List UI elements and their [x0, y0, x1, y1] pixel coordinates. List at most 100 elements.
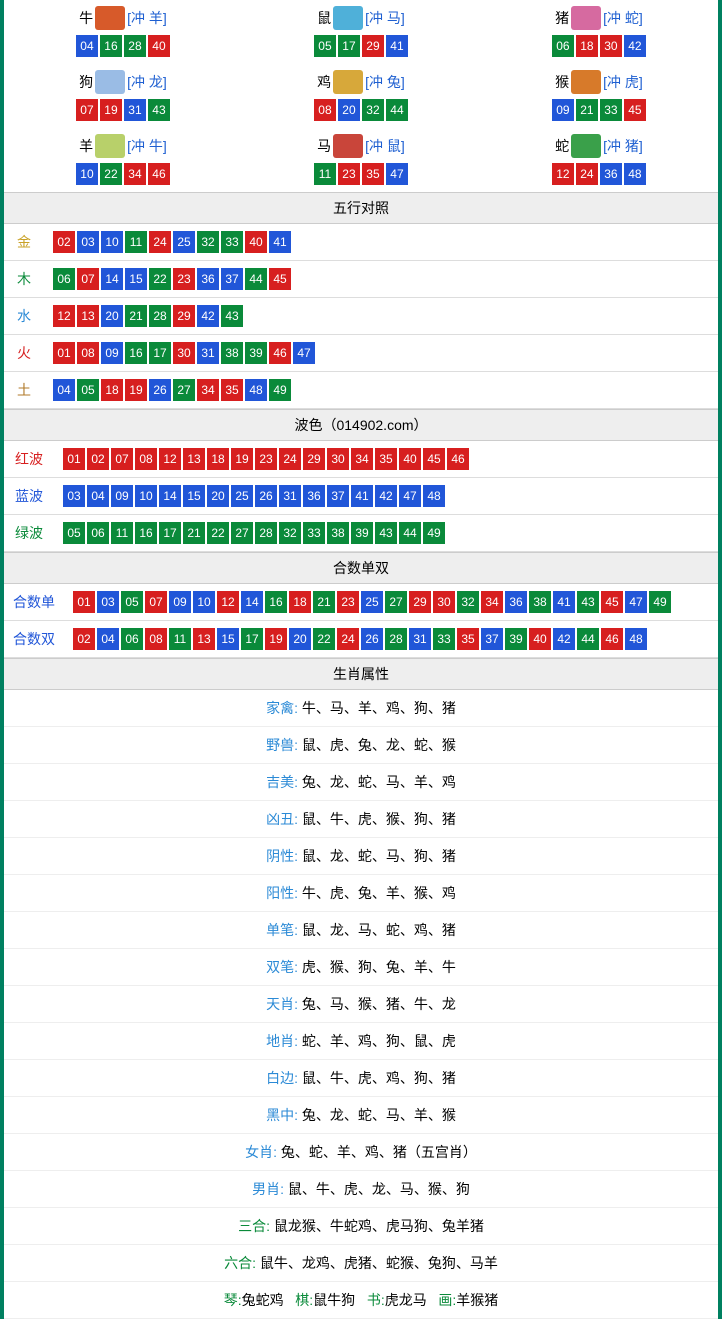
attr-label: 白边: [266, 1070, 298, 1086]
number-ball: 25 [231, 485, 253, 507]
attr-label: 男肖: [252, 1181, 284, 1197]
number-ball: 33 [600, 99, 622, 121]
zodiac-name: 猪 [555, 8, 569, 28]
number-ball: 31 [279, 485, 301, 507]
attr-label: 地肖: [266, 1033, 298, 1049]
footer-value: 兔蛇鸡 [242, 1292, 284, 1308]
number-ball: 45 [601, 591, 623, 613]
zodiac-name: 狗 [79, 72, 93, 92]
attr-label: 三合: [238, 1218, 270, 1234]
number-ball: 38 [327, 522, 349, 544]
number-ball: 14 [101, 268, 123, 290]
number-ball: 32 [279, 522, 301, 544]
number-ball: 26 [361, 628, 383, 650]
number-ball: 20 [338, 99, 360, 121]
number-ball: 41 [386, 35, 408, 57]
number-ball: 07 [76, 99, 98, 121]
zodiac-clash: [冲 虎] [603, 72, 643, 92]
attr-label: 天肖: [266, 996, 298, 1012]
table-row: 火0108091617303138394647 [4, 335, 718, 372]
table-row: 金02031011242532334041 [4, 224, 718, 261]
number-ball: 16 [100, 35, 122, 57]
number-ball: 32 [362, 99, 384, 121]
number-ball: 33 [221, 231, 243, 253]
number-ball: 48 [423, 485, 445, 507]
number-ball: 13 [193, 628, 215, 650]
number-ball: 11 [125, 231, 147, 253]
table-row: 土04051819262734354849 [4, 372, 718, 409]
attr-row: 双笔: 虎、猴、狗、兔、羊、牛 [4, 949, 718, 986]
attr-row: 单笔: 鼠、龙、马、蛇、鸡、猪 [4, 912, 718, 949]
row-label: 合数双 [4, 621, 64, 658]
attr-value: 牛、马、羊、鸡、狗、猪 [302, 700, 456, 716]
number-ball: 08 [135, 448, 157, 470]
number-ball: 34 [351, 448, 373, 470]
attr-value: 鼠、虎、兔、龙、蛇、猴 [302, 737, 456, 753]
number-ball: 07 [77, 268, 99, 290]
number-ball: 30 [327, 448, 349, 470]
zodiac-numbers: 11233547 [242, 162, 480, 186]
attr-value: 鼠、牛、虎、鸡、狗、猪 [302, 1070, 456, 1086]
footer-label: 琴: [224, 1292, 242, 1308]
table-row: 水1213202128294243 [4, 298, 718, 335]
number-ball: 21 [313, 591, 335, 613]
number-ball: 40 [245, 231, 267, 253]
number-ball: 37 [327, 485, 349, 507]
number-ball: 28 [149, 305, 171, 327]
number-ball: 49 [269, 379, 291, 401]
number-ball: 29 [362, 35, 384, 57]
number-ball: 39 [351, 522, 373, 544]
attr-row: 女肖: 兔、蛇、羊、鸡、猪（五宫肖） [4, 1134, 718, 1171]
attr-row: 阴性: 鼠、龙、蛇、马、狗、猪 [4, 838, 718, 875]
row-label: 绿波 [4, 515, 54, 552]
number-ball: 23 [337, 591, 359, 613]
zodiac-name: 羊 [79, 136, 93, 156]
zodiac-cell: 鼠[冲 马]05172941 [242, 0, 480, 64]
zodiac-cell: 猪[冲 蛇]06183042 [480, 0, 718, 64]
number-ball: 03 [97, 591, 119, 613]
heshu-table: 合数单0103050709101214161821232527293032343… [4, 584, 718, 658]
row-numbers: 03040910141520252631363741424748 [54, 478, 718, 515]
attr-value: 兔、龙、蛇、马、羊、猴 [302, 1107, 456, 1123]
table-row: 蓝波03040910141520252631363741424748 [4, 478, 718, 515]
number-ball: 07 [145, 591, 167, 613]
zodiac-name: 牛 [79, 8, 93, 28]
number-ball: 35 [457, 628, 479, 650]
attr-row: 阳性: 牛、虎、兔、羊、猴、鸡 [4, 875, 718, 912]
number-ball: 09 [101, 342, 123, 364]
attr-value: 鼠牛、龙鸡、虎猪、蛇猴、兔狗、马羊 [260, 1255, 498, 1271]
attr-row: 男肖: 鼠、牛、虎、龙、马、猴、狗 [4, 1171, 718, 1208]
zodiac-grid: 牛[冲 羊]04162840鼠[冲 马]05172941猪[冲 蛇]061830… [4, 0, 718, 192]
number-ball: 43 [375, 522, 397, 544]
row-numbers: 0103050709101214161821232527293032343638… [64, 584, 718, 621]
zodiac-cell: 蛇[冲 猪]12243648 [480, 128, 718, 192]
attr-value: 鼠龙猴、牛蛇鸡、虎马狗、兔羊猪 [274, 1218, 484, 1234]
number-ball: 03 [63, 485, 85, 507]
number-ball: 35 [221, 379, 243, 401]
attr-label: 双笔: [266, 959, 298, 975]
row-label: 蓝波 [4, 478, 54, 515]
row-label: 金 [4, 224, 44, 261]
number-ball: 05 [314, 35, 336, 57]
number-ball: 40 [148, 35, 170, 57]
row-numbers: 1213202128294243 [44, 298, 718, 335]
number-ball: 41 [269, 231, 291, 253]
number-ball: 16 [265, 591, 287, 613]
number-ball: 03 [77, 231, 99, 253]
zodiac-clash: [冲 马] [365, 8, 405, 28]
attr-value: 蛇、羊、鸡、狗、鼠、虎 [302, 1033, 456, 1049]
number-ball: 01 [53, 342, 75, 364]
number-ball: 47 [399, 485, 421, 507]
number-ball: 48 [245, 379, 267, 401]
shengxiao-header: 生肖属性 [4, 658, 718, 690]
number-ball: 45 [624, 99, 646, 121]
footer-label: 画: [438, 1292, 456, 1308]
zodiac-clash: [冲 牛] [127, 136, 167, 156]
attr-label: 家禽: [266, 700, 298, 716]
row-label: 合数单 [4, 584, 64, 621]
number-ball: 17 [241, 628, 263, 650]
number-ball: 44 [577, 628, 599, 650]
number-ball: 33 [433, 628, 455, 650]
number-ball: 23 [255, 448, 277, 470]
number-ball: 43 [221, 305, 243, 327]
